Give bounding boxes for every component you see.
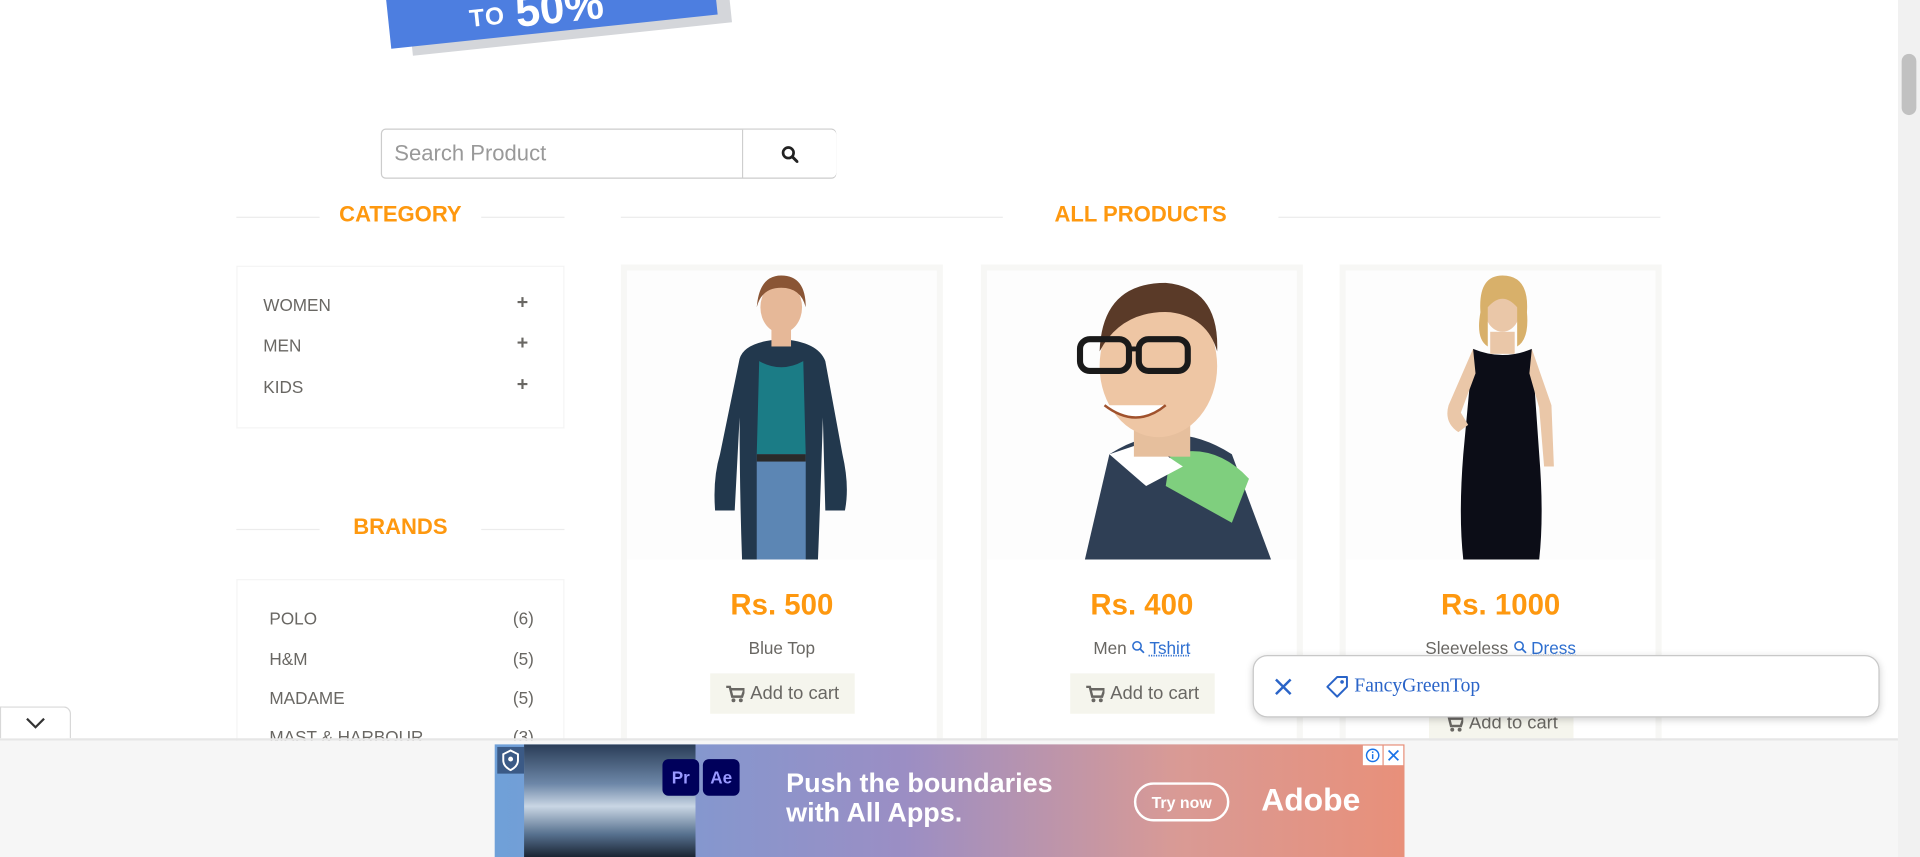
add-to-cart-label: Add to cart [1110, 683, 1200, 704]
product-image [626, 270, 937, 560]
search-icon [1513, 640, 1527, 654]
product-card: Rs. 500 Blue Top Add to cart [620, 264, 943, 755]
search-icon [781, 145, 799, 163]
ad-brand-logo: Adobe [1261, 781, 1361, 818]
category-women-toggle[interactable]: + [517, 293, 528, 315]
product-price: Rs. 400 [1090, 588, 1194, 622]
ad-try-now-button[interactable]: Try now [1133, 782, 1230, 822]
search-box [380, 128, 837, 179]
aftereffects-app-label: Ae [710, 767, 733, 788]
brand-hm-count: (5) [512, 648, 534, 669]
shield-icon [497, 746, 525, 774]
add-to-cart-button[interactable]: Add to cart [710, 673, 855, 714]
page: TO 50% CATEGORY WOMEN + MEN + KIDS + BRA… [0, 0, 1920, 857]
product-price: Rs. 500 [730, 588, 834, 622]
tag-icon [1326, 676, 1348, 698]
add-to-cart-label: Add to cart [750, 683, 840, 704]
product-price: Rs. 1000 [1440, 588, 1561, 622]
page-scrollbar[interactable] [1897, 0, 1920, 857]
banner-text-to: TO [468, 2, 507, 34]
premiere-app-label: Pr [671, 767, 690, 788]
category-kids-toggle[interactable]: + [517, 375, 528, 397]
tag-label[interactable]: FancyGreenTop [1354, 676, 1480, 698]
add-to-cart-button[interactable]: Add to cart [1070, 673, 1215, 714]
search-button[interactable] [743, 129, 837, 178]
all-products-title: ALL PRODUCTS [1054, 202, 1227, 227]
category-kids[interactable]: KIDS [263, 377, 303, 397]
brands-title: BRANDS [353, 514, 448, 539]
ad-headline-line1: Push the boundaries [786, 767, 1053, 799]
products-line-left [620, 216, 1003, 218]
brand-hm[interactable]: H&M [269, 649, 307, 669]
close-icon[interactable] [1271, 675, 1295, 699]
ad-headline: Push the boundaries with All Apps. [786, 767, 1104, 828]
scrollbar-thumb[interactable] [1901, 53, 1917, 116]
category-title: CATEGORY [339, 202, 462, 227]
search-input[interactable] [382, 129, 744, 178]
category-line-right [481, 216, 565, 218]
product-name: Men Tshirt [987, 638, 1297, 658]
product-name-link[interactable]: Tshirt [1149, 638, 1190, 658]
product-image [1345, 270, 1656, 560]
brands-line-left [236, 528, 320, 531]
search-icon [1132, 640, 1145, 654]
ad-banner[interactable]: Pr Ae Push the boundaries with All Apps.… [494, 744, 1405, 857]
info-icon[interactable] [1362, 745, 1383, 766]
category-men[interactable]: MEN [263, 335, 301, 355]
category-line-left [236, 216, 320, 218]
collapse-ad-button[interactable] [0, 706, 72, 739]
product-name-text: Blue Top [748, 637, 816, 658]
ad-headline-line2: with All Apps. [786, 797, 963, 828]
category-women[interactable]: WOMEN [263, 295, 331, 315]
brand-polo-count: (6) [512, 608, 534, 629]
product-name-text: Men [1093, 637, 1127, 658]
premiere-app-icon: Pr [662, 759, 700, 796]
brand-polo[interactable]: POLO [269, 608, 317, 628]
aftereffects-app-icon: Ae [702, 759, 740, 796]
cart-icon [725, 684, 745, 702]
products-line-right [1278, 216, 1661, 218]
brand-madame-count: (5) [512, 688, 534, 708]
close-icon[interactable] [1383, 745, 1404, 766]
chevron-down-icon [26, 717, 45, 729]
category-men-toggle[interactable]: + [517, 333, 528, 355]
brand-madame[interactable]: MADAME [269, 688, 344, 708]
promo-banner: TO 50% [384, 0, 736, 56]
brands-line-right [481, 528, 565, 531]
tag-popup: FancyGreenTop [1252, 655, 1880, 718]
category-panel: WOMEN + MEN + KIDS + [236, 265, 565, 429]
product-image [986, 270, 1297, 560]
product-name: Blue Top [627, 638, 937, 658]
cart-icon [1085, 684, 1105, 702]
